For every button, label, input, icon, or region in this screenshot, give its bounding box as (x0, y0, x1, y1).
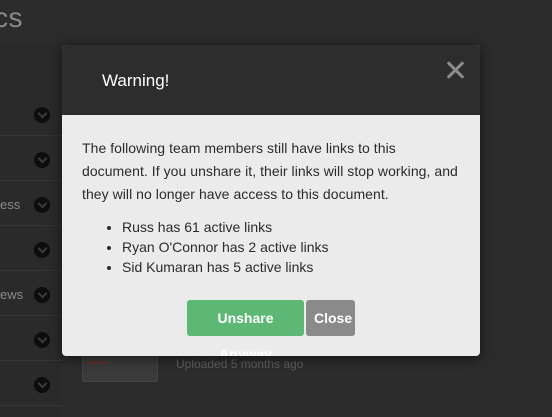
sidebar-row-label: ews (0, 287, 24, 302)
member-list: Russ has 61 active links Ryan O'Connor h… (82, 217, 460, 277)
thumbnail-mark (87, 361, 107, 364)
chevron-down-icon[interactable] (34, 107, 50, 123)
dialog-body: The following team members still have li… (62, 115, 480, 277)
dialog-footer: Unshare AnywayClose (62, 300, 480, 356)
sidebar-row[interactable] (0, 92, 62, 136)
chevron-down-icon[interactable] (34, 377, 50, 393)
document-thumbnail[interactable] (82, 352, 158, 382)
sidebar-row[interactable] (0, 362, 62, 406)
chevron-down-icon[interactable] (34, 152, 50, 168)
sidebar: ess ews (0, 44, 62, 417)
sidebar-row[interactable]: ews (0, 272, 62, 316)
unshare-anyway-button[interactable]: Unshare Anyway (187, 300, 304, 356)
chevron-down-icon[interactable] (34, 332, 50, 348)
sidebar-row-label: ess (0, 197, 21, 212)
page-title: cs (0, 2, 23, 33)
dialog-title: Warning! (102, 71, 170, 90)
chevron-down-icon[interactable] (34, 197, 50, 213)
close-icon[interactable] (444, 59, 466, 81)
sidebar-row[interactable]: ess (0, 182, 62, 226)
warning-message: The following team members still have li… (82, 140, 458, 202)
list-item: Ryan O'Connor has 2 active links (122, 237, 460, 257)
uploaded-timestamp: Uploaded 5 months ago (176, 357, 304, 371)
dialog-header: Warning! (62, 45, 480, 115)
sidebar-row[interactable] (0, 137, 62, 181)
sidebar-row[interactable] (0, 317, 62, 361)
list-item: Russ has 61 active links (122, 217, 460, 237)
close-button[interactable]: Close (306, 300, 355, 336)
warning-dialog: Warning! The following team members stil… (62, 45, 480, 356)
chevron-down-icon[interactable] (34, 287, 50, 303)
sidebar-row[interactable] (0, 227, 62, 271)
list-item: Sid Kumaran has 5 active links (122, 257, 460, 277)
chevron-down-icon[interactable] (34, 242, 50, 258)
